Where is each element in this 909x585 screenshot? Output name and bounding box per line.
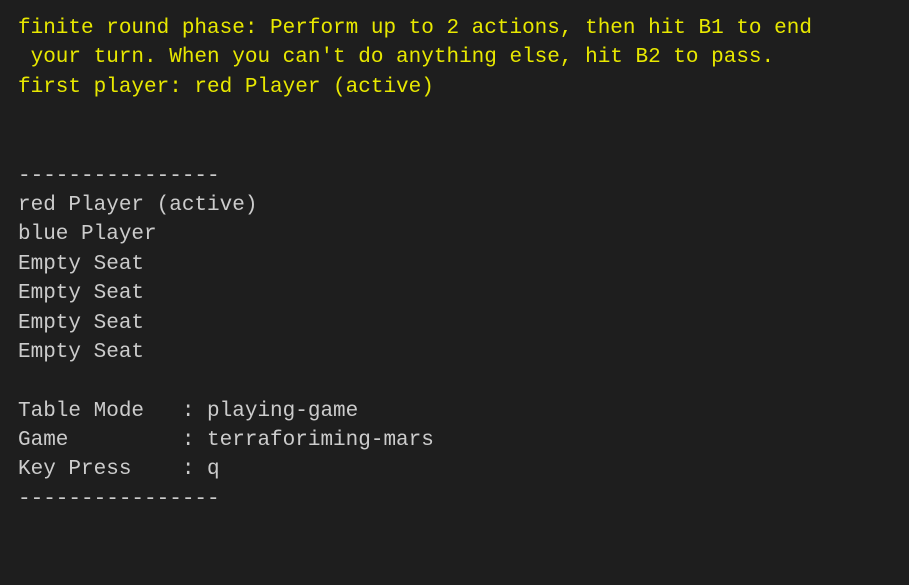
first-player-line: first player: red Player (active) (18, 73, 891, 102)
status-info-block: Table Mode : playing-game Game : terrafo… (18, 397, 891, 485)
player-list: red Player (active) blue Player Empty Se… (18, 191, 891, 367)
table-mode-label: Table Mode : (18, 400, 207, 423)
game-row: Game : terraforiming-mars (18, 426, 891, 455)
game-value: terraforiming-mars (207, 429, 434, 452)
blank-spacer (18, 132, 891, 161)
game-label: Game : (18, 429, 207, 452)
key-press-label: Key Press : (18, 458, 207, 481)
separator-bottom: ---------------- (18, 485, 891, 514)
phase-block: finite round phase: Perform up to 2 acti… (18, 14, 891, 102)
key-press-row: Key Press : q (18, 455, 891, 484)
player-row: Empty Seat (18, 279, 891, 308)
player-row: Empty Seat (18, 338, 891, 367)
player-row: Empty Seat (18, 250, 891, 279)
player-row: blue Player (18, 220, 891, 249)
separator-top: ---------------- (18, 162, 891, 191)
table-mode-row: Table Mode : playing-game (18, 397, 891, 426)
phase-description-line2: your turn. When you can't do anything el… (18, 43, 891, 72)
player-row: Empty Seat (18, 309, 891, 338)
key-press-value: q (207, 458, 220, 481)
table-mode-value: playing-game (207, 400, 358, 423)
player-row: red Player (active) (18, 191, 891, 220)
phase-description-line1: finite round phase: Perform up to 2 acti… (18, 14, 891, 43)
